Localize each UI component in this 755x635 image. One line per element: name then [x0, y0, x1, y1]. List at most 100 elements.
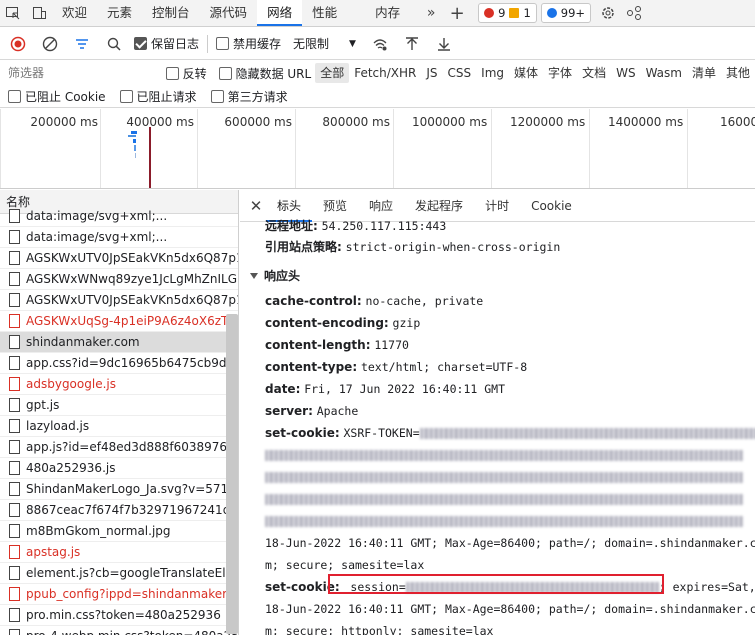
blocked-requests-label: 已阻止请求 [136, 90, 197, 104]
response-header-row: content-length: 11770 [265, 338, 409, 352]
filter-type-manifest[interactable]: 清单 [687, 63, 721, 83]
header-value: Apache [316, 404, 359, 418]
gear-icon[interactable] [595, 0, 621, 26]
issues-badge[interactable]: 9 1 [478, 3, 537, 23]
filter-type-js[interactable]: JS [421, 63, 442, 83]
request-row[interactable]: pro-4.webp.min.css?token=480a252 [0, 626, 238, 635]
request-row[interactable]: data:image/svg+xml;... [0, 227, 238, 248]
response-headers-section[interactable]: 响应头 [250, 267, 300, 284]
filter-type-img[interactable]: Img [476, 63, 509, 83]
request-row[interactable]: shindanmaker.com [0, 332, 238, 353]
add-tab-icon[interactable]: + [444, 0, 470, 26]
tab-welcome[interactable]: 欢迎 [52, 0, 97, 26]
request-list: 名称 data:image/svg+xml;... data:image/svg+… [0, 190, 239, 635]
file-icon [9, 230, 20, 244]
filter-input[interactable]: 筛选器 [0, 62, 158, 84]
request-row[interactable]: ppub_config?ippd=shindanmaker.com [0, 584, 238, 605]
request-bar [128, 135, 136, 137]
search-icon[interactable] [102, 32, 126, 56]
filter-type-font[interactable]: 字体 [543, 63, 577, 83]
request-row[interactable]: 480a252936.js [0, 458, 238, 479]
info-icon [546, 8, 557, 18]
request-name: AGSKWxUTV0JpSEakVKn5dx6Q87p1E [26, 293, 238, 307]
filter-type-media[interactable]: 媒体 [509, 63, 543, 83]
redacted-line [265, 470, 743, 484]
file-icon [9, 251, 20, 265]
record-stop-icon[interactable] [6, 32, 30, 56]
request-name: AGSKWxWNwq89zye1JcLgMhZnILGE [26, 272, 238, 286]
network-conditions-icon[interactable] [368, 32, 392, 56]
blocked-cookies-checkbox[interactable]: 已阻止 Cookie [8, 88, 106, 105]
hide-data-url-checkbox[interactable]: 隐藏数据 URL [218, 65, 311, 82]
request-row[interactable]: AGSKWxUTV0JpSEakVKn5dx6Q87p1E [0, 290, 238, 311]
third-party-checkbox[interactable]: 第三方请求 [210, 88, 288, 105]
request-row[interactable]: AGSKWxUTV0JpSEakVKn5dx6Q87p1E [0, 248, 238, 269]
request-row[interactable]: gpt.js [0, 395, 238, 416]
request-row[interactable]: AGSKWxUqSg-4p1eiP9A6z4oX6zT3b [0, 311, 238, 332]
info-badge[interactable]: 99+ [540, 3, 592, 23]
invert-checkbox[interactable]: 反转 [165, 65, 207, 82]
preserve-log-checkbox[interactable]: 保留日志 [134, 35, 199, 52]
clear-icon[interactable] [38, 32, 62, 56]
request-row[interactable]: data:image/svg+xml;... [0, 206, 238, 227]
tab-cookies[interactable]: Cookie [520, 190, 583, 222]
request-row[interactable]: adsbygoogle.js [0, 374, 238, 395]
request-row[interactable]: 8867ceac7f674f7b32971967241d554 [0, 500, 238, 521]
tab-performance[interactable]: 性能 [302, 0, 347, 26]
import-har-icon[interactable] [400, 32, 424, 56]
filter-type-all[interactable]: 全部 [315, 63, 350, 83]
tab-elements[interactable]: 元素 [97, 0, 142, 26]
request-row[interactable]: pro.min.css?token=480a252936 [0, 605, 238, 626]
share-icon[interactable] [621, 0, 647, 26]
warning-icon [509, 8, 520, 18]
tab-memory[interactable]: 内存 [365, 0, 410, 26]
filter-type-ws[interactable]: WS [611, 63, 640, 83]
request-row[interactable]: app.js?id=ef48ed3d888f60389767 [0, 437, 238, 458]
inspect-device-icon[interactable] [0, 0, 26, 26]
header-value: ; expires=Sat, [658, 580, 755, 594]
tab-network[interactable]: 网络 [257, 0, 303, 26]
filter-type-css[interactable]: CSS [443, 63, 477, 83]
response-header-row: date: Fri, 17 Jun 2022 16:40:11 GMT [265, 382, 505, 396]
request-row[interactable]: apstag.js [0, 542, 238, 563]
more-tabs-icon[interactable]: » [418, 0, 444, 26]
filter-type-fetch-xhr[interactable]: Fetch/XHR [349, 63, 421, 83]
request-row[interactable]: lazyload.js [0, 416, 238, 437]
blocked-requests-checkbox[interactable]: 已阻止请求 [119, 88, 197, 105]
tab-console[interactable]: 控制台 [142, 0, 200, 26]
header-key: set-cookie: [265, 426, 340, 440]
device-toolbar-icon[interactable] [26, 0, 52, 26]
tab-timing[interactable]: 计时 [474, 190, 520, 222]
request-row[interactable]: m8BmGkom_normal.jpg [0, 521, 238, 542]
close-icon[interactable]: ✕ [246, 190, 266, 222]
request-row[interactable]: AGSKWxWNwq89zye1JcLgMhZnILGE [0, 269, 238, 290]
request-list-scrollbar[interactable] [226, 314, 238, 634]
tab-sources[interactable]: 源代码 [200, 0, 258, 26]
network-overview-timeline[interactable]: 200000 ms 400000 ms 600000 ms 800000 ms … [0, 109, 755, 189]
request-row[interactable]: element.js?cb=googleTranslateEleme [0, 563, 238, 584]
header-key: content-encoding: [265, 316, 389, 330]
request-bar [131, 131, 137, 134]
filter-type-doc[interactable]: 文档 [577, 63, 611, 83]
export-har-icon[interactable] [432, 32, 456, 56]
header-value: text/html; charset=UTF-8 [360, 360, 528, 374]
filter-row: 筛选器 反转 隐藏数据 URL 全部 Fetch/XHR JS CSS Img … [0, 61, 755, 85]
request-name: 480a252936.js [26, 461, 116, 475]
request-row[interactable]: app.css?id=9dc16965b6475cb9d469 [0, 353, 238, 374]
filter-icon[interactable] [70, 32, 94, 56]
redacted-line [265, 514, 743, 528]
file-icon [9, 314, 20, 328]
info-count: 99+ [560, 6, 586, 20]
filter-type-wasm[interactable]: Wasm [641, 63, 687, 83]
triangle-down-icon [250, 273, 258, 279]
throttle-select[interactable]: 无限制 ▼ [289, 33, 360, 55]
tick-line [295, 109, 296, 188]
filter-type-other[interactable]: 其他 [721, 63, 755, 83]
request-name: data:image/svg+xml;... [26, 209, 168, 223]
request-name: apstag.js [26, 545, 81, 559]
tick-line [197, 109, 198, 188]
request-row[interactable]: ShindanMakerLogo_Ja.svg?v=57144a [0, 479, 238, 500]
disable-cache-checkbox[interactable]: 禁用缓存 [216, 35, 281, 52]
checkbox-unchecked-icon [210, 90, 224, 103]
tick-line [0, 109, 1, 188]
